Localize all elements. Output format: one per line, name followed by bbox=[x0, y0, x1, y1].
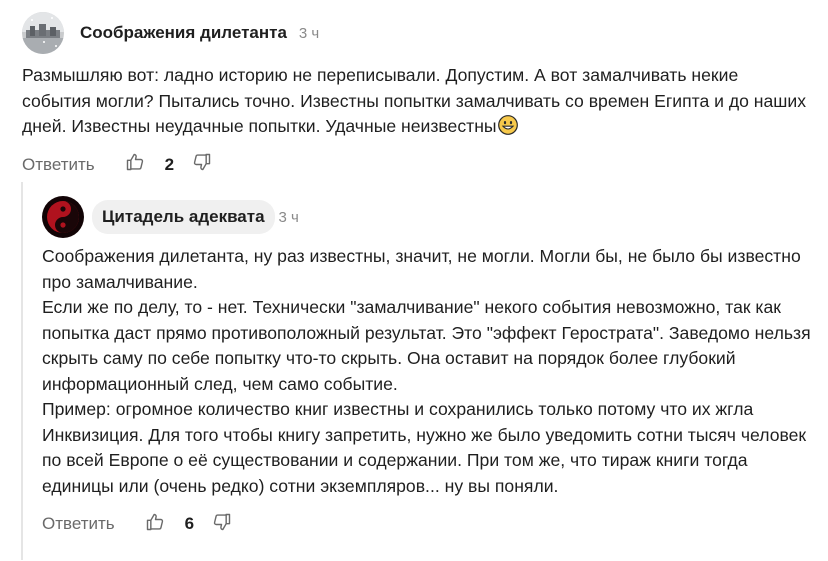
avatar[interactable] bbox=[22, 12, 64, 54]
like-count: 6 bbox=[184, 514, 195, 533]
like-count: 2 bbox=[164, 154, 175, 174]
comment-header: Цитадель адеквата 3 ч bbox=[42, 196, 812, 238]
thumbs-down-icon bbox=[212, 512, 232, 537]
comment: Соображения дилетанта 3 ч Размышляю вот:… bbox=[22, 12, 812, 177]
comment-time: 3 ч bbox=[298, 24, 320, 42]
comment-time: 3 ч bbox=[278, 208, 299, 226]
like-button[interactable] bbox=[145, 512, 165, 537]
grinning-face-emoji-icon bbox=[497, 115, 518, 135]
reply-button[interactable]: Ответить bbox=[22, 155, 95, 175]
comment-text: Размышляю вот: ладно историю не переписы… bbox=[22, 63, 812, 140]
comment-header: Соображения дилетанта 3 ч bbox=[22, 12, 812, 54]
avatar[interactable] bbox=[42, 196, 84, 238]
comment-text: Соображения дилетанта, ну раз известны, … bbox=[42, 246, 811, 496]
thumbs-up-icon bbox=[145, 512, 165, 537]
author-name[interactable]: Соображения дилетанта bbox=[72, 17, 295, 49]
author-name[interactable]: Цитадель адеквата bbox=[92, 200, 275, 234]
like-button[interactable] bbox=[125, 152, 145, 177]
comment-body: Размышляю вот: ладно историю не переписы… bbox=[22, 65, 811, 136]
thumbs-down-icon bbox=[192, 152, 212, 177]
reply-comment: Цитадель адеквата 3 ч Соображения дилета… bbox=[42, 196, 812, 536]
reply-thread-line bbox=[21, 182, 23, 560]
reply-button[interactable]: Ответить bbox=[42, 514, 115, 534]
dislike-button[interactable] bbox=[212, 512, 232, 537]
dislike-button[interactable] bbox=[192, 152, 212, 177]
thumbs-up-icon bbox=[125, 152, 145, 177]
comment-actions: Ответить 6 bbox=[42, 512, 812, 536]
comment-actions: Ответить 2 bbox=[22, 153, 812, 177]
